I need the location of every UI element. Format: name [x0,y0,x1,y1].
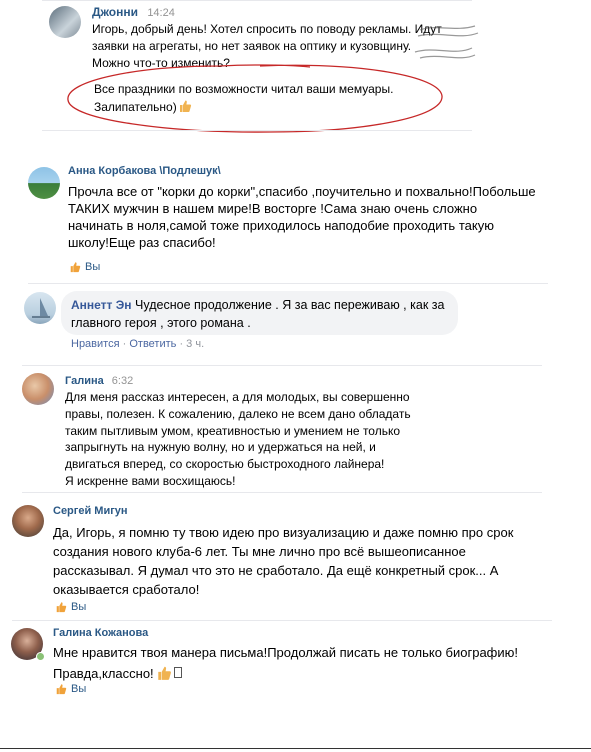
divider [22,492,542,493]
sailboat-icon [32,298,50,318]
comment-text-line: двигаться вперед, со скоростью быстроход… [65,457,385,472]
avatar[interactable] [24,292,56,324]
comment-text-line: Для меня рассказ интересен, а для молоды… [65,390,410,404]
comment-text-line: таким пытливым умом, креативностью и уме… [65,423,401,438]
comment-text-line: Чудесное продолжение . Я за вас пережива… [135,298,445,312]
comment-text-line: Мне нравится твоя манера письма!Продолжа… [53,645,518,660]
comment-text-line: рассказывал. Я думал что это не сработал… [53,563,499,578]
like-link[interactable]: Нравится [71,338,120,350]
post-text-line: Игорь, добрый день! Хотел спросить по по… [92,22,442,36]
comment-text-line: Я искренне вами восхищаюсь! [65,473,236,488]
thumbs-up-icon [55,683,67,695]
comment-text-line: оказывается сработало! [53,582,200,597]
comment-text-line: Да, Игорь, я помню ту твою идею про визу… [53,525,514,540]
author-name[interactable]: Джонни [92,5,138,19]
comment-time: 6:32 [111,375,134,387]
comment-text: Прочла все от "корки до корки",спасибо ,… [68,183,536,251]
comment-text-line: ТАКИХ мужчин в нашем мире!В восторге !Са… [68,201,478,216]
divider [22,365,542,366]
author-name[interactable]: Галина Кожанова [53,627,148,639]
thumbs-up-icon [55,601,67,613]
like-label: Вы [85,261,101,273]
divider [12,620,552,621]
post-author[interactable]: Джонни 14:24 [92,5,175,19]
comment-text-line: правы, полезен. К сожалению, далеко не в… [65,406,411,421]
like-button[interactable]: Вы [69,261,100,273]
comment-text-line: начинать в ноля,самой тоже приходилось н… [68,218,494,233]
comment-text-line: главного героя , этого романа . [71,316,251,330]
comment-text-line: школу!Еще раз спасибо! [68,235,216,250]
comment-text: Да, Игорь, я помню ту твою идею про визу… [53,523,513,599]
like-label: Вы [71,601,87,613]
avatar[interactable] [22,373,54,405]
reply-link[interactable]: Ответить [129,338,176,350]
comment-text: Аннетт Эн Чудесное продолжение . Я за ва… [71,296,444,332]
comment-text: Мне нравится твоя манера письма!Продолжа… [53,642,518,684]
comment-text: Для меня рассказ интересен, а для молоды… [65,389,411,490]
divider [28,283,548,284]
post-time: 14:24 [147,7,175,19]
comment-text-line: Правда,классно! [53,666,154,681]
avatar[interactable] [28,167,60,199]
thumbs-up-icon [156,665,172,681]
post-text-line: заявки на агрегаты, но нет заявок на опт… [92,39,412,53]
author-name[interactable]: Галина [65,375,104,387]
comment-text-line: Прочла все от "корки до корки",спасибо ,… [68,184,536,199]
avatar[interactable] [49,6,81,38]
missing-glyph-icon [173,667,182,678]
like-button[interactable]: Вы [55,601,86,613]
online-indicator [36,652,45,661]
thumbs-up-icon [69,261,81,273]
comment-actions: Нравится · Ответить · 3 ч. [71,338,205,350]
like-label: Вы [71,683,87,695]
author-name[interactable]: Анна Корбакова \Подлешук\ [68,165,221,177]
red-circle-annotation [67,64,443,133]
comment-text-line: запрыгнуть на нужную волну, но и удержат… [65,440,376,455]
comment-time[interactable]: 3 ч. [186,338,204,350]
page-bottom-rule [0,748,591,749]
author-name[interactable]: Аннетт Эн [71,298,132,312]
author-name[interactable]: Сергей Мигун [53,505,128,517]
avatar[interactable] [12,505,44,537]
post-top-border [42,0,472,1]
post-bottom-border [42,130,472,131]
comment-header: Галина 6:32 [65,375,133,387]
comment-text-line: создания нового клуба-6 лет. Ты мне личн… [53,544,466,559]
like-button[interactable]: Вы [55,683,86,695]
